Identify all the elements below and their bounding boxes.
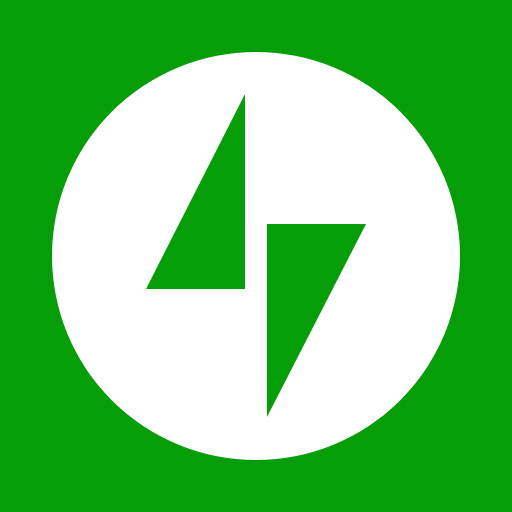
jetpack-logo-icon: [0, 0, 512, 512]
app-icon: [0, 0, 512, 512]
logo-circle: [52, 52, 460, 460]
